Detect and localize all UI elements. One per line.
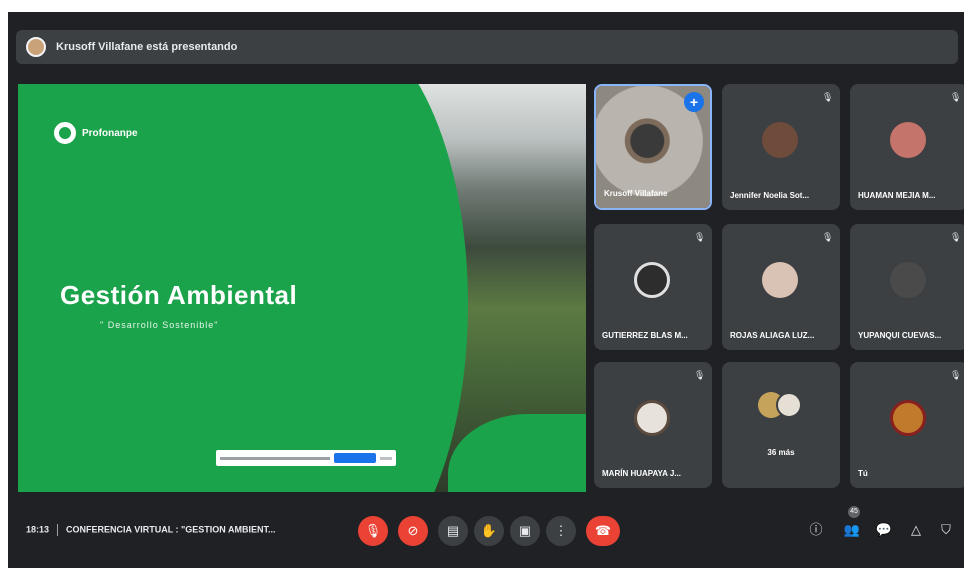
host-controls-button[interactable]: ⛉ [936,520,956,540]
participant-avatar [762,262,798,298]
people-count-badge: 45 [848,506,860,518]
cookie-accept-button[interactable] [334,453,376,463]
divider [57,524,59,536]
mic-toggle-button[interactable]: 🎙 [358,516,388,546]
cookie-text [220,456,330,460]
brand-logo-icon [54,122,76,144]
participant-avatar [634,262,670,298]
activities-button[interactable]: △ [906,520,926,540]
brand-name: Profonanpe [82,127,138,139]
participant-avatar [634,400,670,436]
participant-name: Jennifer Noelia Sot... [730,191,810,200]
participant-tile[interactable]: 🎙 ROJAS ALIAGA LUZ... [722,224,840,350]
participant-tile[interactable]: 🎙 HUAMAN MEJIA M... [850,84,964,210]
participant-tile[interactable]: 🎙 MARÍN HUAPAYA J... [594,362,712,488]
info-icon: ⓘ [809,522,823,537]
captions-button[interactable]: ▤ [438,516,468,546]
presenter-avatar [26,37,46,57]
participant-name: Tú [858,469,868,478]
camera-off-icon: ⊘ [407,523,419,538]
more-participants-avatars [758,392,806,422]
people-button[interactable]: 45 👥 [842,506,862,540]
slide-title: Gestión Ambiental [60,280,298,310]
end-call-icon: ☎ [594,523,612,538]
pin-icon[interactable]: + [684,92,704,112]
presentation-slide: Profonanpe Gestión Ambiental " Desarroll… [18,84,586,492]
slide-subtitle: " Desarrollo Sostenible" [100,320,219,330]
mic-off-icon: 🎙 [694,232,706,242]
raise-hand-icon: ✋ [480,523,498,538]
participant-avatar [890,122,926,158]
mic-off-icon: 🎙 [950,232,962,242]
participant-tile[interactable]: 🎙 Jennifer Noelia Sot... [722,84,840,210]
participant-name: MARÍN HUAPAYA J... [602,469,681,478]
meet-window: Krusoff Villafane está presentando Profo… [8,12,964,568]
camera-toggle-button[interactable]: ⊘ [398,516,428,546]
participant-tile-you[interactable]: 🎙 Tú [850,362,964,488]
end-call-button[interactable]: ☎ [586,516,620,546]
meeting-title: CONFERENCIA VIRTUAL : "GESTION AMBIENT..… [66,524,276,535]
more-participants-tile[interactable]: 36 más [722,362,840,488]
participant-name: HUAMAN MEJIA M... [858,191,936,200]
meeting-details: 18:13 CONFERENCIA VIRTUAL : "GESTION AMBI… [26,524,275,536]
participant-avatar [762,122,798,158]
mic-off-icon: 🎙 [694,370,706,380]
people-icon: 👥 [843,522,861,537]
participant-avatar [890,400,926,436]
mic-off-icon: 🎙 [950,92,962,102]
participant-name: GUTIERREZ BLAS M... [602,331,688,340]
participant-name: ROJAS ALIAGA LUZ... [730,331,815,340]
cookie-notice [216,450,396,466]
participant-name: Krusoff Villafane [604,189,668,198]
presenting-text: Krusoff Villafane está presentando [56,41,238,53]
cookie-close-button[interactable] [380,456,392,460]
participant-tile-self-view[interactable]: + Krusoff Villafane [594,84,712,210]
mic-off-icon: 🎙 [364,523,382,538]
mic-off-icon: 🎙 [822,92,834,102]
activities-icon: △ [911,522,921,537]
presenting-banner: Krusoff Villafane está presentando [16,30,958,64]
chat-button[interactable]: 💬 [874,520,894,540]
mic-off-icon: 🎙 [950,370,962,380]
participant-name: YUPANQUI CUEVAS... [858,331,942,340]
present-button[interactable]: ▣ [510,516,540,546]
slide-logo: Profonanpe [54,122,138,144]
captions-icon: ▤ [446,523,460,538]
participant-avatar [890,262,926,298]
participant-tile[interactable]: 🎙 YUPANQUI CUEVAS... [850,224,964,350]
meeting-time: 18:13 [26,524,50,535]
meeting-info-button[interactable]: ⓘ [806,520,826,540]
more-options-button[interactable]: ⋮ [546,516,576,546]
bottom-control-bar: 18:13 CONFERENCIA VIRTUAL : "GESTION AMBI… [8,498,964,568]
host-controls-icon: ⛉ [941,522,951,537]
chat-icon: 💬 [875,522,893,537]
more-participants-label: 36 más [767,448,795,457]
participant-tile[interactable]: 🎙 GUTIERREZ BLAS M... [594,224,712,350]
more-options-icon: ⋮ [554,523,568,538]
present-icon: ▣ [518,523,532,538]
mic-off-icon: 🎙 [822,232,834,242]
raise-hand-button[interactable]: ✋ [474,516,504,546]
